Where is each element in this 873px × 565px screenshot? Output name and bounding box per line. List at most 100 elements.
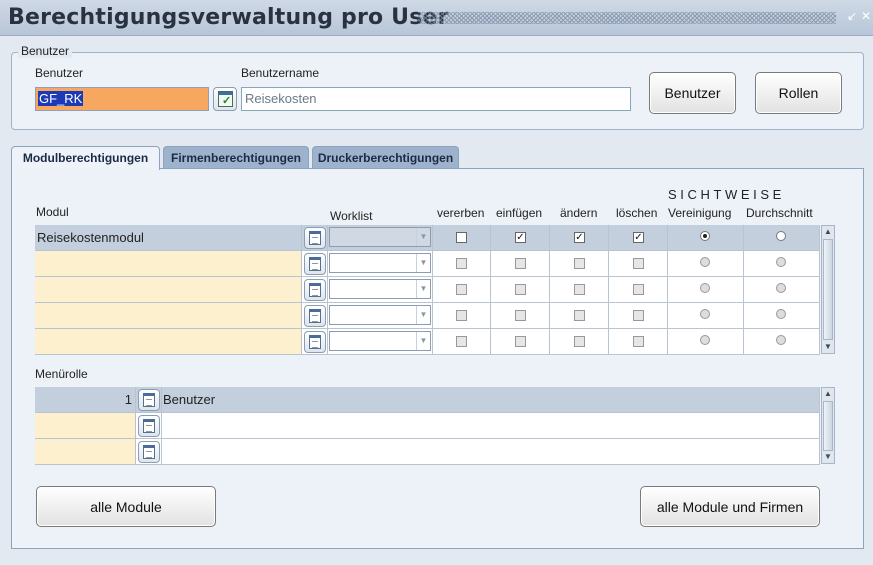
list-item[interactable] [35, 439, 820, 465]
aendern-checkbox[interactable] [574, 284, 585, 295]
einfuegen-checkbox[interactable] [515, 310, 526, 321]
lookup-cell [302, 277, 328, 303]
sicht-vereinigung-radio[interactable] [700, 231, 710, 241]
scrollbar-thumb[interactable] [823, 239, 833, 340]
all-modules-firms-button[interactable]: alle Module und Firmen [640, 486, 820, 527]
loeschen-checkbox[interactable] [633, 284, 644, 295]
tab-modulberechtigungen[interactable]: Modulberechtigungen [11, 146, 160, 170]
vererben-checkbox[interactable] [456, 258, 467, 269]
sicht-vereinigung-radio[interactable] [700, 257, 710, 267]
tab-firmenberechtigungen[interactable]: Firmenberechtigungen [163, 146, 309, 168]
user-input-value: GF_RK [38, 91, 84, 106]
modul-name: Reisekostenmodul [37, 230, 144, 245]
loeschen-checkbox[interactable] [633, 336, 644, 347]
title-bar-grip [418, 12, 836, 24]
menu-role-name[interactable] [162, 439, 820, 465]
worklist-select[interactable]: ▼ [329, 279, 431, 299]
einfuegen-checkbox[interactable] [515, 336, 526, 347]
list-icon [143, 445, 155, 459]
sicht-durchschnitt-radio[interactable] [776, 335, 786, 345]
minimize-icon[interactable]: ↙ [846, 10, 858, 22]
worklist-select[interactable]: ▼ [329, 305, 431, 325]
menu-grid-scrollbar[interactable]: ▲ ▼ [821, 387, 835, 464]
close-icon[interactable]: ✕ [860, 10, 872, 22]
module-lookup-button[interactable] [304, 331, 326, 353]
username-field[interactable]: Reisekosten [241, 87, 631, 111]
einfuegen-checkbox[interactable]: ✓ [515, 232, 526, 243]
list-item[interactable]: 1 Benutzer [35, 387, 820, 413]
group-header-sichtweise: SICHTWEISE [668, 187, 785, 202]
modul-cell[interactable] [35, 277, 302, 303]
modul-cell[interactable] [35, 251, 302, 277]
scrollbar-thumb[interactable] [823, 401, 833, 451]
sicht-durchschnitt-radio[interactable] [776, 309, 786, 319]
table-row[interactable]: ▼ [35, 303, 820, 329]
menu-role-lookup-button[interactable] [138, 415, 160, 437]
table-row[interactable]: Reisekostenmodul ▼ ✓ ✓ ✓ [35, 225, 820, 251]
sicht-cell [744, 251, 820, 277]
menu-role-name[interactable]: Benutzer [162, 387, 820, 413]
scroll-down-icon[interactable]: ▼ [822, 451, 834, 463]
module-lookup-button[interactable] [304, 253, 326, 275]
menu-role-lookup-button[interactable] [138, 389, 160, 411]
modul-cell[interactable] [35, 329, 302, 355]
menu-role-lookup-button[interactable] [138, 441, 160, 463]
module-grid-scrollbar[interactable]: ▲ ▼ [821, 225, 835, 354]
list-icon [143, 419, 155, 433]
vererben-checkbox[interactable] [456, 336, 467, 347]
aendern-cell [550, 329, 609, 355]
tab-druckerberechtigungen[interactable]: Druckerberechtigungen [312, 146, 459, 168]
loeschen-checkbox[interactable]: ✓ [633, 232, 644, 243]
module-lookup-button[interactable] [304, 279, 326, 301]
user-button[interactable]: Benutzer [649, 72, 736, 114]
loeschen-checkbox[interactable] [633, 310, 644, 321]
table-row[interactable]: ▼ [35, 329, 820, 355]
aendern-checkbox[interactable] [574, 258, 585, 269]
einfuegen-checkbox[interactable] [515, 258, 526, 269]
table-row[interactable]: ▼ [35, 277, 820, 303]
sicht-vereinigung-radio[interactable] [700, 283, 710, 293]
col-header-aendern: ändern [560, 206, 598, 220]
col-header-einfuegen: einfügen [496, 206, 543, 220]
menu-role-name[interactable] [162, 413, 820, 439]
sicht-durchschnitt-radio[interactable] [776, 283, 786, 293]
module-lookup-button[interactable] [304, 227, 326, 249]
lookup-cell [136, 387, 162, 413]
list-item[interactable] [35, 413, 820, 439]
modul-cell[interactable]: Reisekostenmodul [35, 225, 302, 251]
vererben-checkbox[interactable] [456, 284, 467, 295]
loeschen-cell [609, 329, 668, 355]
aendern-checkbox[interactable] [574, 336, 585, 347]
loeschen-cell: ✓ [609, 225, 668, 251]
user-lookup-button[interactable]: ✓ [213, 87, 237, 111]
worklist-select[interactable]: ▼ [329, 227, 431, 247]
modul-cell[interactable] [35, 303, 302, 329]
all-modules-button[interactable]: alle Module [36, 486, 216, 527]
scroll-up-icon[interactable]: ▲ [822, 388, 834, 400]
roles-button[interactable]: Rollen [755, 72, 842, 114]
aendern-checkbox[interactable]: ✓ [574, 232, 585, 243]
sicht-vereinigung-radio[interactable] [700, 335, 710, 345]
sicht-durchschnitt-radio[interactable] [776, 231, 786, 241]
vererben-checkbox[interactable] [456, 232, 467, 243]
worklist-select[interactable]: ▼ [329, 253, 431, 273]
einfuegen-checkbox[interactable] [515, 284, 526, 295]
worklist-select[interactable]: ▼ [329, 331, 431, 351]
menu-role-number[interactable]: 1 [35, 387, 136, 413]
module-lookup-button[interactable] [304, 305, 326, 327]
user-input[interactable]: GF_RK [35, 87, 209, 111]
sicht-durchschnitt-radio[interactable] [776, 257, 786, 267]
menu-role-number[interactable] [35, 413, 136, 439]
table-row[interactable]: ▼ [35, 251, 820, 277]
scroll-down-icon[interactable]: ▼ [822, 341, 834, 353]
chevron-down-icon: ▼ [416, 254, 430, 272]
loeschen-checkbox[interactable] [633, 258, 644, 269]
loeschen-cell [609, 277, 668, 303]
sicht-cell [744, 329, 820, 355]
aendern-checkbox[interactable] [574, 310, 585, 321]
sicht-vereinigung-radio[interactable] [700, 309, 710, 319]
menu-role-number[interactable] [35, 439, 136, 465]
vererben-checkbox[interactable] [456, 310, 467, 321]
scroll-up-icon[interactable]: ▲ [822, 226, 834, 238]
einfuegen-cell [491, 277, 550, 303]
